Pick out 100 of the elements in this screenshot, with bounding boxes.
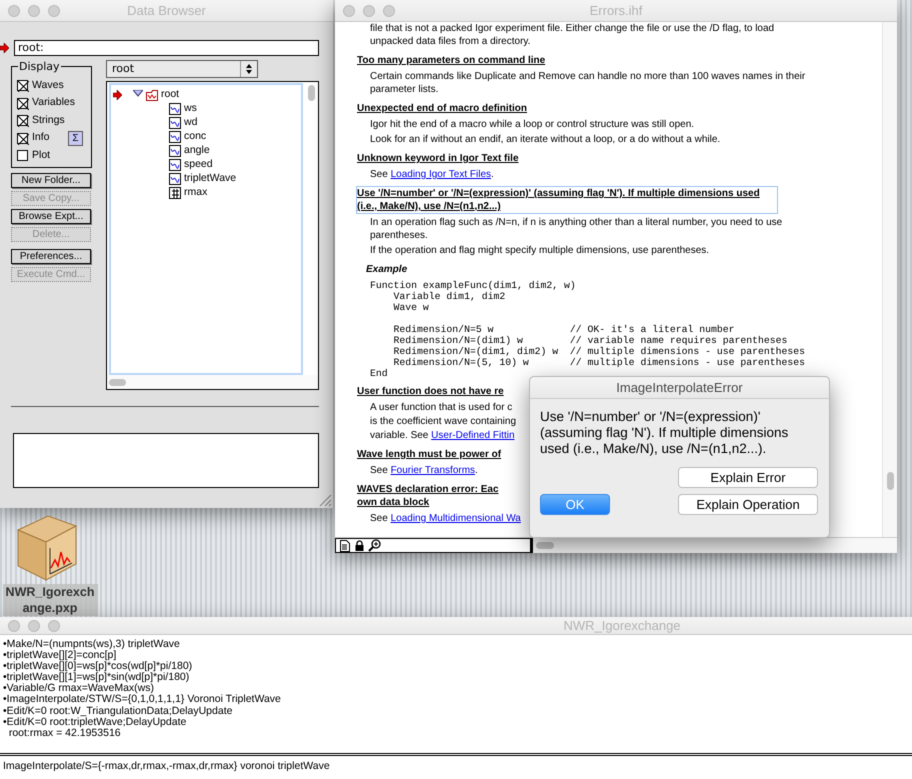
help-text: In an operation flag such as /N=n, if n is anything other than a literal number, you need to use parentheses. [370, 216, 784, 242]
wave-icon [169, 117, 181, 129]
wave-icon [169, 159, 181, 171]
help-text: is the coefficient wave containing [370, 415, 516, 428]
help-link[interactable]: Loading Igor Text Files [390, 169, 492, 180]
help-link[interactable]: User-Defined Fittin [431, 430, 515, 441]
help-text: See Loading Multidimensional Wa [370, 512, 521, 525]
history-line: •tripletWave[][0]=ws[p]*cos(wd[p]*pi/180) [3, 661, 194, 672]
code-line: Redimension/N=5 w // OK- it's a literal number [392, 324, 735, 335]
section-heading[interactable]: Unknown keyword in Igor Text file [357, 152, 518, 165]
resize-grip-icon [317, 492, 332, 507]
help-text: If the operation and flag might specify multiple dimensions, use parentheses. [370, 244, 710, 257]
window-control-button[interactable] [8, 4, 20, 16]
checkbox[interactable] [17, 98, 28, 109]
window-control-button[interactable] [48, 4, 60, 16]
window-control-button[interactable] [8, 620, 20, 632]
help-text: file that is not a packed Igor experiment file. Either change the file or use the /D flag, to load unpacked data files from a directory. [370, 22, 776, 48]
scrollbar-thumb[interactable] [308, 85, 315, 101]
window-title: ImageInterpolateError [616, 380, 743, 395]
tree-item[interactable]: rmax [184, 185, 208, 201]
sum-button[interactable]: Σ [68, 130, 83, 146]
browser-button[interactable]: New Folder... [11, 172, 91, 188]
help-text: A user function that is used for c [370, 401, 512, 414]
browser-button[interactable]: Browse Expt... [11, 208, 91, 224]
history-line: •Edit/K=0 root:W_TriangulationData;DelayUpdate [3, 706, 234, 717]
scrollbar-thumb[interactable] [536, 542, 554, 549]
pointer-arrow-icon [0, 43, 9, 53]
tree-item[interactable]: angle [184, 143, 210, 159]
scrollbar-thumb[interactable] [887, 472, 894, 490]
section-heading[interactable]: Unexpected end of macro definition [357, 102, 528, 115]
window-title: NWR_Igorexchange [563, 618, 681, 633]
section-heading[interactable]: own data block [357, 496, 430, 509]
section-heading[interactable]: User function does not have re [357, 385, 504, 398]
wave-icon [169, 103, 181, 115]
section-heading[interactable]: Too many parameters on command line [357, 54, 546, 67]
checkbox-label: Variables [32, 95, 75, 110]
wave-icon [169, 131, 181, 143]
code-line: End [370, 368, 388, 379]
checkbox-label: Strings [32, 112, 65, 128]
window-control-button[interactable] [383, 4, 395, 16]
group-title: Display [18, 59, 61, 76]
help-text: See Fourier Transforms. [370, 464, 478, 477]
code-line: Function exampleFunc(dim1, dim2, w) [370, 280, 576, 291]
checkbox-label: Waves [32, 78, 64, 93]
path-field[interactable]: root: [14, 40, 319, 56]
example-label: Example [366, 263, 408, 276]
error-message: Use '/N=number' or '/N=(expression)' (assuming flag 'N'). If multiple dimensions used (i.e., Make/N), use /N=(n1,n2...). [539, 408, 790, 457]
folder-dropdown[interactable]: root [106, 60, 258, 78]
section-heading[interactable]: Wave length must be power of [357, 448, 502, 461]
window-title: Data Browser [127, 2, 206, 18]
history-line: root:rmax = 42.1953516 [8, 728, 121, 739]
tree-item[interactable]: speed [184, 157, 213, 173]
window-control-button[interactable] [28, 620, 40, 632]
code-line: Wave w [392, 302, 429, 313]
tree-item[interactable]: tripletWave [184, 171, 236, 187]
history-line: •Variable/G rmax=WaveMax(ws) [3, 683, 154, 694]
history-line: •Edit/K=0 root:tripletWave;DelayUpdate [3, 716, 186, 728]
checkbox[interactable] [17, 150, 28, 162]
help-text: Certain commands like Duplicate and Remove can handle no more than 100 waves names in their parameter lists. [370, 70, 806, 96]
help-link[interactable]: Fourier Transforms [390, 465, 476, 476]
up-down-arrows-icon [245, 64, 253, 74]
tree-item[interactable]: root [161, 87, 180, 103]
tree-item[interactable]: wd [184, 115, 198, 131]
checkbox-label: Info [32, 130, 50, 146]
help-link[interactable]: Loading Multidimensional Wa [390, 513, 521, 524]
history-line: •Make/N=(numpnts(ws),3) tripletWave [3, 639, 181, 650]
code-line: Variable dim1, dim2 [392, 291, 506, 302]
help-text: Look for an if without an endif, an iterate without a loop, or a do without a while. [370, 133, 720, 146]
window-control-button[interactable] [48, 620, 60, 632]
checkbox-label: Plot [32, 148, 50, 163]
wave-icon [169, 145, 181, 157]
tree-item[interactable]: ws [184, 101, 197, 117]
scrollbar-thumb[interactable] [109, 379, 126, 386]
dialog-button[interactable]: Explain Error [678, 467, 818, 488]
dialog-button[interactable]: Explain Operation [678, 494, 818, 515]
browser-button[interactable]: Preferences... [11, 248, 91, 264]
wave-icon [169, 173, 181, 185]
window-title: Errors.ihf [590, 2, 642, 18]
tree-item[interactable]: conc [184, 129, 206, 145]
history-line: •tripletWave[][1]=ws[p]*sin(wd[p]*pi/180) [3, 672, 190, 684]
checkbox[interactable] [17, 132, 28, 144]
code-line: Redimension/N=(5, 10) w // multiple dimensions - use parentheses [392, 357, 806, 368]
folder-icon [146, 89, 158, 101]
window-control-button[interactable] [28, 4, 40, 16]
help-text: variable. See User-Defined Fittin [370, 429, 515, 442]
code-line: Redimension/N=(dim1, dim2) w // multiple dimensions - use parentheses [392, 346, 806, 357]
section-heading[interactable]: WAVES declaration error: Eac [357, 483, 499, 496]
file-name-label[interactable]: NWR_Igorexchange.pxp [2, 584, 98, 616]
section-heading[interactable]: Use '/N=number' or '/N=(expression)' (assuming flag 'N'). If multiple dimensions used (i.e., Make/N), use /N=(n1,n2...) [357, 187, 777, 213]
window-control-button[interactable] [343, 4, 355, 16]
help-text: Igor hit the end of a macro while a loop or control structure was still open. [370, 118, 694, 131]
number-variable-icon [169, 187, 181, 199]
checkbox[interactable] [17, 80, 28, 92]
command-line-field[interactable]: ImageInterpolate/S={-rmax,dr,rmax,-rmax,dr,rmax} voronoi tripletWave [0, 753, 912, 779]
history-line: •tripletWave[][2]=conc[p] [3, 650, 116, 662]
code-line: Redimension/N=(dim1) w // variable name requires parentheses [392, 335, 788, 346]
history-line: •ImageInterpolate/STW/S={0,1,0,1,1,1} Voronoi TripletWave [3, 694, 282, 706]
window-control-button[interactable] [363, 4, 375, 16]
checkbox[interactable] [17, 115, 28, 126]
help-text: See Loading Igor Text Files. [370, 168, 494, 181]
